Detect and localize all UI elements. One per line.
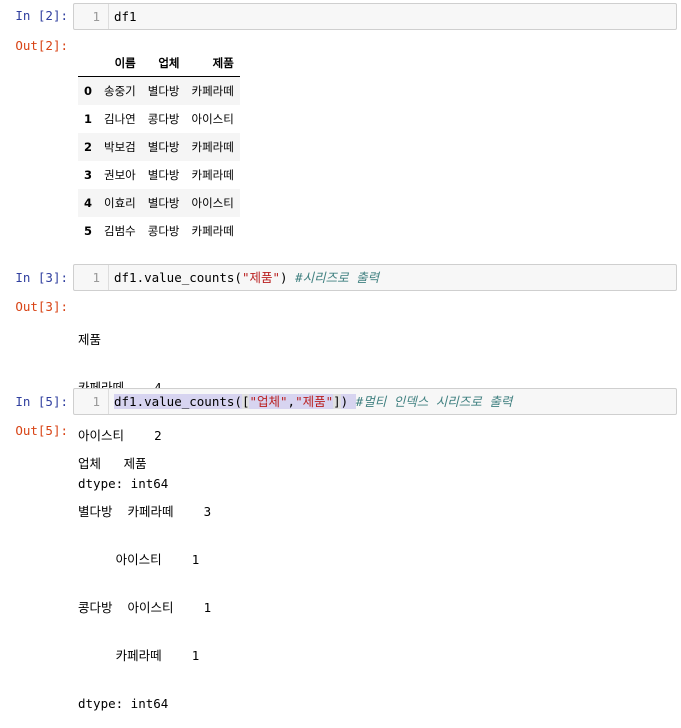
table-cell: 카페라떼 <box>191 84 234 98</box>
output-prompt-2: Out[2]: <box>15 38 68 53</box>
series-output-5: 업체 제품 별다방 카페라떼 3 아이스티 1 콩다방 아이스티 1 카페라떼 … <box>78 424 211 728</box>
row-index: 4 <box>84 196 93 210</box>
table-row: 4 이효리 별다방 아이스티 <box>78 189 240 217</box>
row-index: 5 <box>84 224 93 238</box>
code-cell-2[interactable]: 1 df1 <box>73 3 677 30</box>
table-cell: 별다방 <box>147 196 180 210</box>
row-index: 1 <box>84 112 93 126</box>
output-line: 업체 제품 <box>78 456 147 471</box>
table-cell: 송중기 <box>104 84 136 98</box>
table-cell: 김범수 <box>104 224 136 238</box>
table-cell: 카페라떼 <box>191 168 234 182</box>
code-string: "업체" <box>249 394 288 409</box>
column-header: 업체 <box>141 50 186 77</box>
code-comment: #멀티 인덱스 시리즈로 출력 <box>355 394 513 409</box>
line-number: 1 <box>92 394 100 409</box>
input-prompt-2: In [2]: <box>15 8 68 23</box>
line-number: 1 <box>92 270 100 285</box>
table-row: 5 김범수 콩다방 카페라떼 <box>78 217 240 245</box>
row-index: 3 <box>84 168 93 182</box>
table-cell: 권보아 <box>104 168 136 182</box>
column-header: 이름 <box>98 50 142 77</box>
output-line: 별다방 카페라떼 3 <box>78 504 212 519</box>
row-index: 0 <box>84 84 93 98</box>
input-prompt-3: In [3]: <box>15 270 68 285</box>
output-line: 제품 <box>78 332 102 347</box>
output-prompt-5: Out[5]: <box>15 423 68 438</box>
table-row: 0 송중기 별다방 카페라떼 <box>78 76 240 105</box>
table-cell: 콩다방 <box>147 224 180 238</box>
row-index: 2 <box>84 140 93 154</box>
output-line: 콩다방 아이스티 1 <box>78 600 212 615</box>
table-row: 1 김나연 콩다방 아이스티 <box>78 105 240 133</box>
output-line: 아이스티 1 <box>78 552 200 567</box>
output-line: dtype: int64 <box>78 696 169 711</box>
table-cell: 박보검 <box>104 140 136 154</box>
table-cell: 별다방 <box>147 84 180 98</box>
table-cell: 김나연 <box>104 112 136 126</box>
table-cell: 아이스티 <box>191 196 234 210</box>
code-text: df1 <box>114 9 137 24</box>
code-string: "제품" <box>295 394 334 409</box>
gutter-divider <box>108 265 109 290</box>
code-text: df1.value_counts(["업체","제품"]) #멀티 인덱스 시리… <box>114 389 512 414</box>
output-line: 카페라떼 1 <box>78 648 200 663</box>
table-row: 3 권보아 별다방 카페라떼 <box>78 161 240 189</box>
index-header <box>78 50 99 77</box>
table-row: 2 박보검 별다방 카페라떼 <box>78 133 240 161</box>
table-cell: 카페라떼 <box>191 140 234 154</box>
column-header: 제품 <box>185 50 240 77</box>
table-cell: 별다방 <box>147 168 180 182</box>
code-selection: df1.value_counts(["업체","제품"]) <box>114 394 356 409</box>
table-header-row: 이름 업체 제품 <box>78 50 240 77</box>
output-prompt-3: Out[3]: <box>15 299 68 314</box>
code-call-close: ) <box>340 394 356 409</box>
code-bracket-close: ] <box>333 394 341 409</box>
table-cell: 카페라떼 <box>191 224 234 238</box>
table-cell: 이효리 <box>104 196 136 210</box>
code-call: df1.value_counts( <box>114 270 242 285</box>
gutter-divider <box>108 389 109 414</box>
table-cell: 아이스티 <box>191 112 234 126</box>
code-cell-3[interactable]: 1 df1.value_counts("제품") #시리즈로 출력 <box>73 264 677 291</box>
code-call-close: ) <box>280 270 296 285</box>
table-cell: 콩다방 <box>147 112 180 126</box>
input-prompt-5: In [5]: <box>15 394 68 409</box>
code-comma: , <box>287 394 296 409</box>
code-string: "제품" <box>241 270 280 285</box>
line-number: 1 <box>92 9 100 24</box>
dataframe-table: 이름 업체 제품 0 송중기 별다방 카페라떼 1 김나연 콩다방 아이스티 2… <box>78 50 240 245</box>
code-text: df1.value_counts("제품") #시리즈로 출력 <box>114 265 379 290</box>
code-comment: #시리즈로 출력 <box>295 270 380 285</box>
table-cell: 별다방 <box>147 140 180 154</box>
code-cell-5[interactable]: 1 df1.value_counts(["업체","제품"]) #멀티 인덱스 … <box>73 388 677 415</box>
code-call: df1.value_counts( <box>114 394 242 409</box>
gutter-divider <box>108 4 109 29</box>
